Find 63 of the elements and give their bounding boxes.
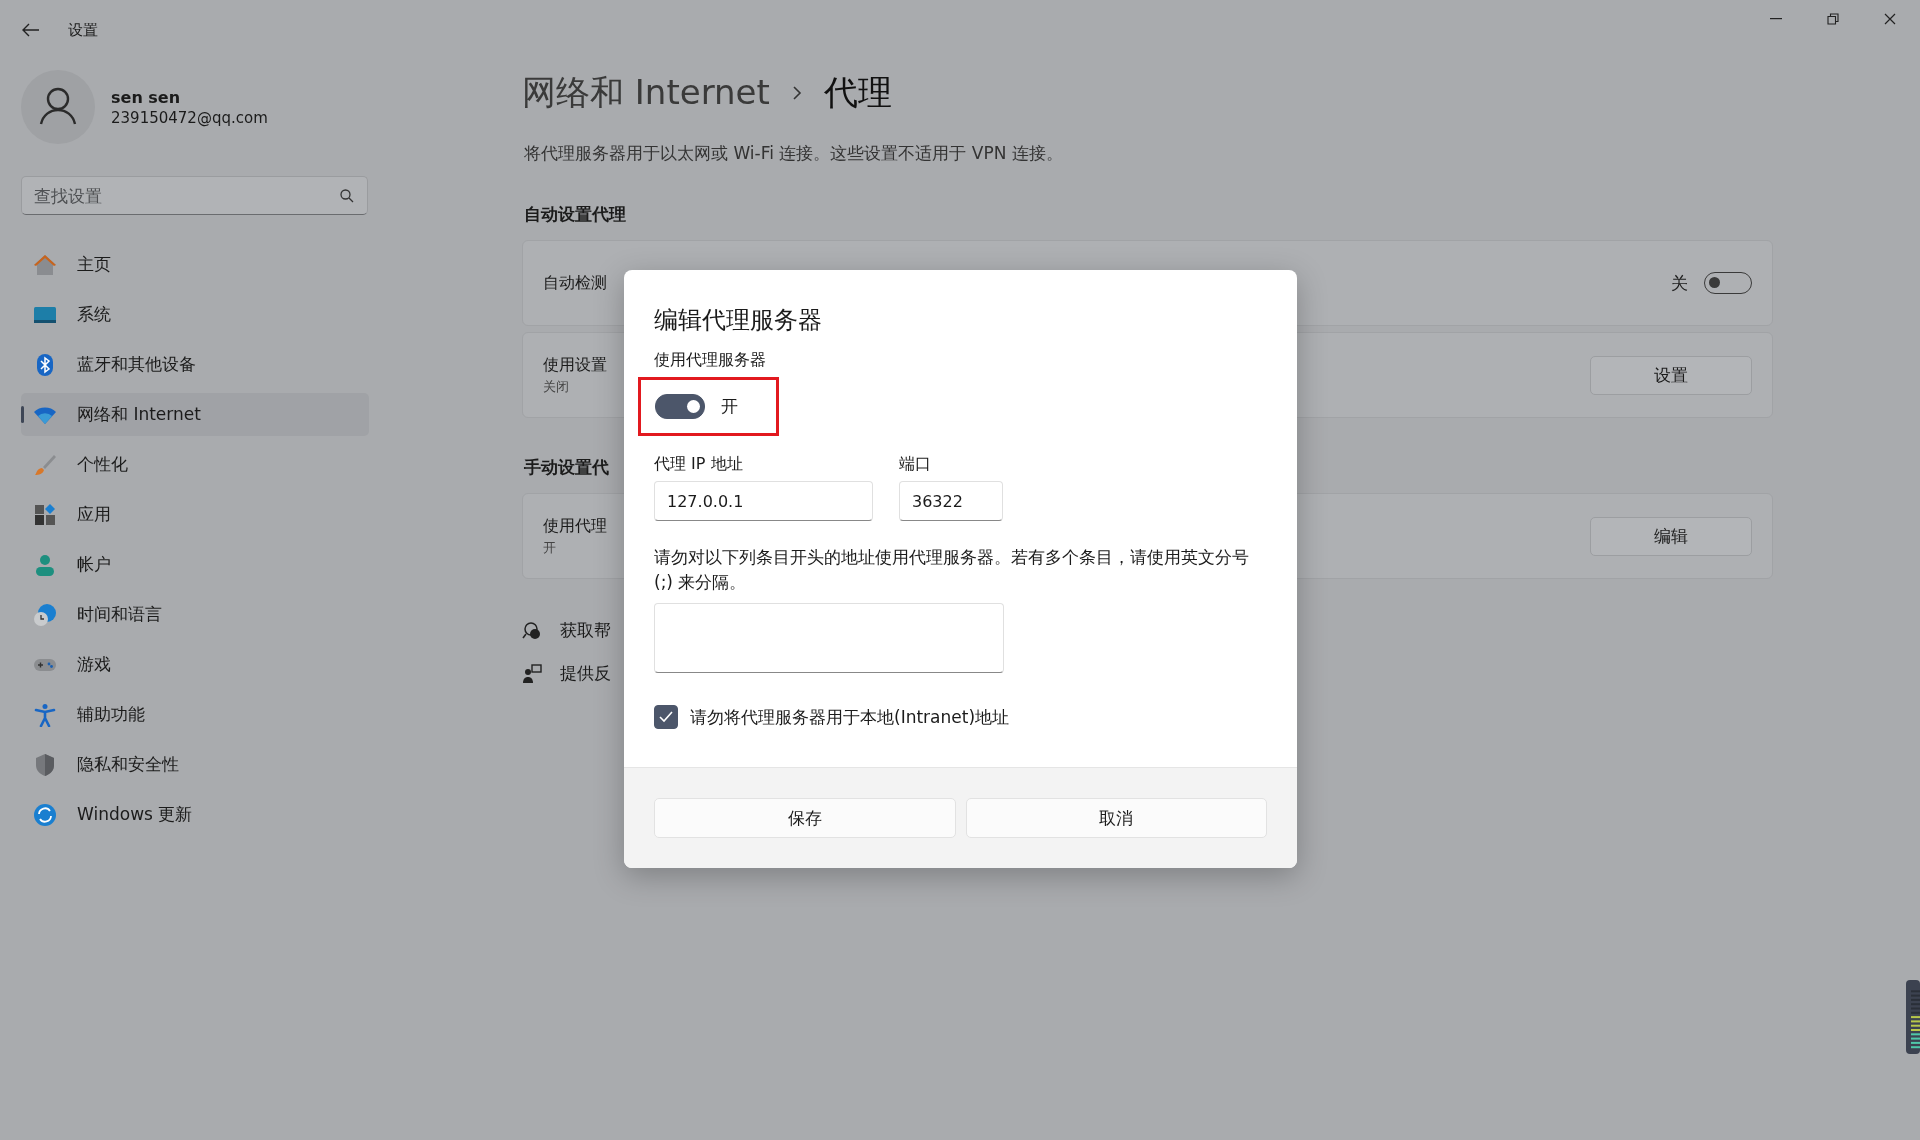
globe-clock-icon	[33, 602, 57, 627]
nav-item[interactable]: 隐私和安全性	[21, 743, 369, 786]
search-icon[interactable]	[340, 189, 354, 203]
section-heading: 手动设置代	[524, 456, 609, 479]
help-link[interactable]: 提供反	[560, 662, 611, 685]
exceptions-field[interactable]	[654, 603, 1004, 673]
setting-title: 使用设置	[543, 354, 607, 376]
nav-item[interactable]: Windows 更新	[21, 793, 369, 836]
chevron-icon	[791, 85, 802, 101]
setting-status: 关闭	[543, 377, 570, 396]
toggle-state: 关	[1671, 271, 1688, 295]
nav-item[interactable]: 网络和 Internet	[21, 393, 369, 436]
update-icon	[33, 802, 57, 827]
nav-item[interactable]: 应用	[21, 493, 369, 536]
restore-icon[interactable]	[1827, 13, 1839, 25]
checkbox-label: 请勿将代理服务器用于本地(Intranet)地址	[690, 705, 1010, 729]
nav-item[interactable]: 帐户	[21, 543, 369, 586]
dialog-title: 编辑代理服务器	[654, 305, 823, 336]
search-field[interactable]: 查找设置	[21, 176, 368, 215]
help-icon	[522, 620, 542, 641]
page-title: 代理	[823, 71, 892, 114]
close-icon[interactable]	[1884, 13, 1896, 25]
accessibility-icon	[33, 702, 57, 727]
nav-item[interactable]: 时间和语言	[21, 593, 369, 636]
nav-item[interactable]: 辅助功能	[21, 693, 369, 736]
back-icon[interactable]	[22, 23, 40, 37]
minimize-icon[interactable]	[1770, 18, 1782, 20]
nav-item[interactable]: 系统	[21, 293, 369, 336]
setting-title: 自动检测	[543, 272, 607, 294]
page-description: 将代理服务器用于以太网或 Wi-Fi 连接。这些设置不适用于 VPN 连接。	[524, 142, 1064, 165]
checkbox[interactable]	[654, 705, 678, 729]
setting-status: 开	[543, 538, 557, 557]
exceptions-note: 请勿对以下列条目开头的地址使用代理服务器。若有多个条目，请使用英文分号 (;) 来分隔。	[654, 546, 1250, 594]
card-button[interactable]: 设置	[1590, 355, 1752, 395]
dialog-button[interactable]: 保存	[654, 798, 956, 838]
user-email: 239150472@qq.com	[111, 108, 268, 127]
card-button[interactable]: 编辑	[1590, 516, 1752, 556]
nav-item[interactable]: 主页	[21, 243, 369, 286]
nav-item[interactable]: 游戏	[21, 643, 369, 686]
user-name: sen sen	[111, 87, 182, 107]
breadcrumb-link[interactable]: 网络和 Internet	[522, 70, 770, 116]
brush-icon	[33, 452, 57, 477]
ip-address-field[interactable]: 127.0.0.1	[654, 481, 873, 521]
home-icon	[33, 252, 57, 277]
window-title: 设置	[68, 20, 98, 40]
field-label: 端口	[899, 454, 932, 475]
field-label: 使用代理服务器	[654, 350, 767, 371]
nav-item[interactable]: 蓝牙和其他设备	[21, 343, 369, 386]
section-heading: 自动设置代理	[524, 203, 626, 226]
setting-title: 使用代理	[543, 515, 607, 537]
feedback-icon	[522, 663, 542, 684]
shield-icon	[33, 752, 57, 777]
person-icon	[33, 552, 57, 577]
checkmark-icon	[659, 711, 673, 723]
avatar-icon	[21, 70, 95, 144]
dialog-button[interactable]: 取消	[965, 798, 1267, 838]
toggle-state: 开	[721, 395, 738, 418]
nav-item[interactable]: 个性化	[21, 443, 369, 486]
help-link[interactable]: 获取帮	[560, 619, 611, 642]
port-field[interactable]: 36322	[899, 481, 1003, 521]
toggle-switch[interactable]	[655, 394, 705, 419]
field-label: 代理 IP 地址	[654, 454, 744, 475]
apps-icon	[33, 502, 57, 527]
